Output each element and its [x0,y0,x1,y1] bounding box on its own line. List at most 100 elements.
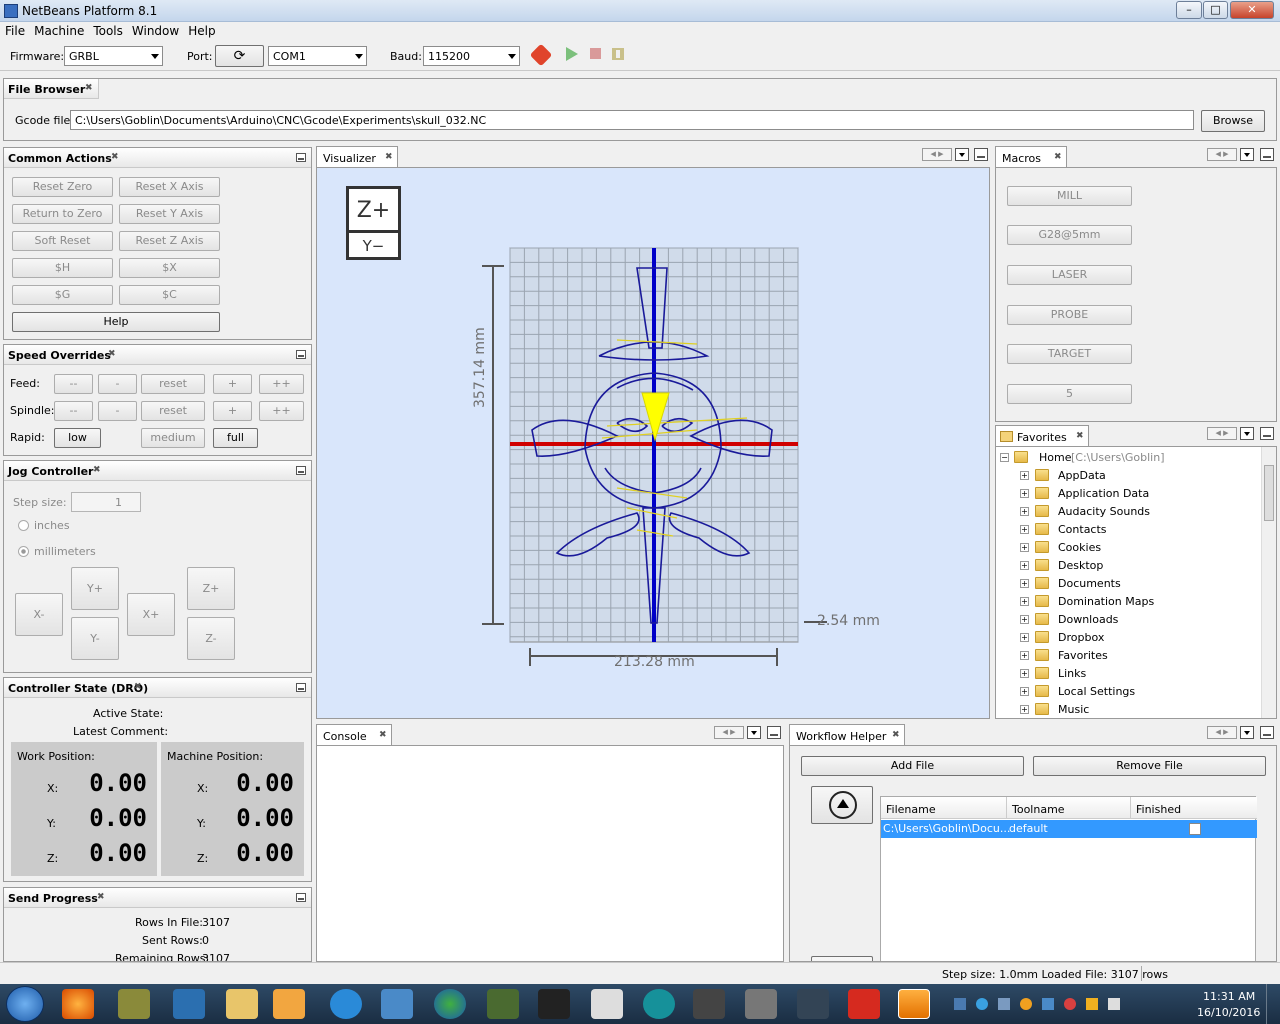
macro-g28-button[interactable]: G28@5mm [1007,225,1132,245]
system-tray[interactable] [954,998,1134,1012]
step-size-spinner[interactable]: 1 [71,492,141,512]
minimize-icon[interactable] [767,726,781,739]
menu-machine[interactable]: Machine [29,22,88,38]
macro-target-button[interactable]: TARGET [1007,344,1132,364]
return-to-zero-button[interactable]: Return to Zero [12,204,113,224]
remove-file-button[interactable]: Remove File [1033,756,1266,776]
expand-icon[interactable]: + [1020,687,1029,696]
play-icon[interactable] [566,47,578,61]
menu-help[interactable]: Help [183,22,219,38]
start-button[interactable] [6,986,44,1022]
unlock-button[interactable]: $X [119,258,220,278]
soft-reset-button[interactable]: Soft Reset [12,231,113,251]
visualizer-tab[interactable]: Visualizer ✖ [316,146,398,168]
expand-icon[interactable]: + [1020,579,1029,588]
connect-icon[interactable] [529,43,553,67]
visualizer-canvas[interactable]: Z+ Y− 357.14 mm 213.28 mm 2.54 mm [316,167,990,719]
expand-icon[interactable]: + [1020,561,1029,570]
favorites-scrollbar[interactable] [1261,447,1276,718]
check-mode-button[interactable]: $C [119,285,220,305]
reset-zero-button[interactable]: Reset Zero [12,177,113,197]
parser-state-button[interactable]: $G [12,285,113,305]
expand-icon[interactable]: + [1020,489,1029,498]
clock-time[interactable]: 11:31 AM [1203,990,1255,1003]
home-button[interactable]: $H [12,258,113,278]
tab-list-dropdown[interactable] [955,148,969,161]
tree-item[interactable]: + Audacity Sounds [996,504,1256,520]
gcode-file-input[interactable]: C:\Users\Goblin\Documents\Arduino\CNC\Gc… [70,110,1194,130]
maximize-button[interactable]: □ [1203,1,1228,19]
macro-laser-button[interactable]: LASER [1007,265,1132,285]
firefox-icon[interactable] [62,989,94,1019]
expand-icon[interactable]: + [1020,669,1029,678]
macros-tab[interactable]: Macros ✖ [995,146,1067,168]
tree-item[interactable]: + Domination Maps [996,594,1256,610]
rapid-full-button[interactable]: full [213,428,258,448]
feed-increase-button[interactable]: + [213,374,252,394]
tree-item[interactable]: + Contacts [996,522,1256,538]
expand-icon[interactable]: + [1020,507,1029,516]
expand-icon[interactable]: + [1020,651,1029,660]
feed-decrease-coarse-button[interactable]: -- [54,374,93,394]
jog-x-plus-button[interactable]: X+ [127,593,175,636]
expand-icon[interactable]: + [1020,705,1029,714]
close-icon[interactable]: ✖ [97,892,105,902]
tree-item[interactable]: + Desktop [996,558,1256,574]
tree-item[interactable]: + Documents [996,576,1256,592]
tree-item[interactable]: + Links [996,666,1256,682]
expand-icon[interactable]: + [1020,597,1029,606]
browse-button[interactable]: Browse [1201,110,1265,132]
tree-item[interactable]: + Downloads [996,612,1256,628]
expand-icon[interactable]: + [1020,615,1029,624]
minimize-icon[interactable] [296,153,306,162]
stop-icon[interactable] [590,48,601,59]
row-finished-checkbox[interactable] [1189,823,1201,835]
jog-y-plus-button[interactable]: Y+ [71,567,119,610]
clock-date[interactable]: 16/10/2016 [1197,1006,1260,1019]
macro-mill-button[interactable]: MILL [1007,186,1132,206]
tab-list-dropdown[interactable] [1240,148,1254,161]
expand-icon[interactable]: + [1020,525,1029,534]
minimize-icon[interactable] [296,683,306,692]
tab-list-dropdown[interactable] [1240,726,1254,739]
download-app-icon[interactable] [848,989,880,1019]
help-button[interactable]: Help [12,312,220,332]
minimize-icon[interactable] [296,893,306,902]
tree-item[interactable]: + Application Data [996,486,1256,502]
favorites-tab[interactable]: Favorites ✖ [995,425,1089,447]
close-icon[interactable]: ✖ [1054,152,1062,162]
tab-nav-arrows[interactable]: ◀ ▶ [1207,148,1237,161]
close-icon[interactable]: ✖ [93,465,101,475]
spindle-decrease-coarse-button[interactable]: -- [54,401,93,421]
file-browser-tab[interactable]: File Browser ✖ [4,79,99,99]
collapse-icon[interactable]: − [1000,453,1009,462]
tree-item[interactable]: + AppData [996,468,1256,484]
minimize-button[interactable]: – [1176,1,1202,19]
firmware-select[interactable]: GRBL [64,46,163,66]
feed-reset-button[interactable]: reset [141,374,205,394]
skype-icon[interactable] [173,989,205,1019]
jog-x-minus-button[interactable]: X- [15,593,63,636]
minimize-icon[interactable] [296,350,306,359]
console-output[interactable] [316,745,784,962]
spindle-increase-button[interactable]: + [213,401,252,421]
expand-icon[interactable]: + [1020,471,1029,480]
minimize-icon[interactable] [1260,148,1274,161]
show-desktop-button[interactable] [1266,984,1280,1024]
feed-increase-coarse-button[interactable]: ++ [259,374,304,394]
outlook-icon[interactable] [273,989,305,1019]
minimize-icon[interactable] [1260,726,1274,739]
v24-icon[interactable] [381,989,413,1019]
close-icon[interactable]: ✖ [1076,431,1084,441]
table-row[interactable]: C:\Users\Goblin\Docu... default [881,820,1257,838]
workflow-helper-tab[interactable]: Workflow Helper ✖ [789,724,905,746]
tree-item[interactable]: + Dropbox [996,630,1256,646]
tab-nav-arrows[interactable]: ◀ ▶ [1207,427,1237,440]
tree-item[interactable]: + Favorites [996,648,1256,664]
close-icon[interactable]: ✖ [385,152,393,162]
tree-item[interactable]: + Music [996,702,1256,718]
macro-probe-button[interactable]: PROBE [1007,305,1132,325]
tab-list-dropdown[interactable] [1240,427,1254,440]
console-tab[interactable]: Console ✖ [316,724,392,746]
feed-decrease-button[interactable]: - [98,374,137,394]
